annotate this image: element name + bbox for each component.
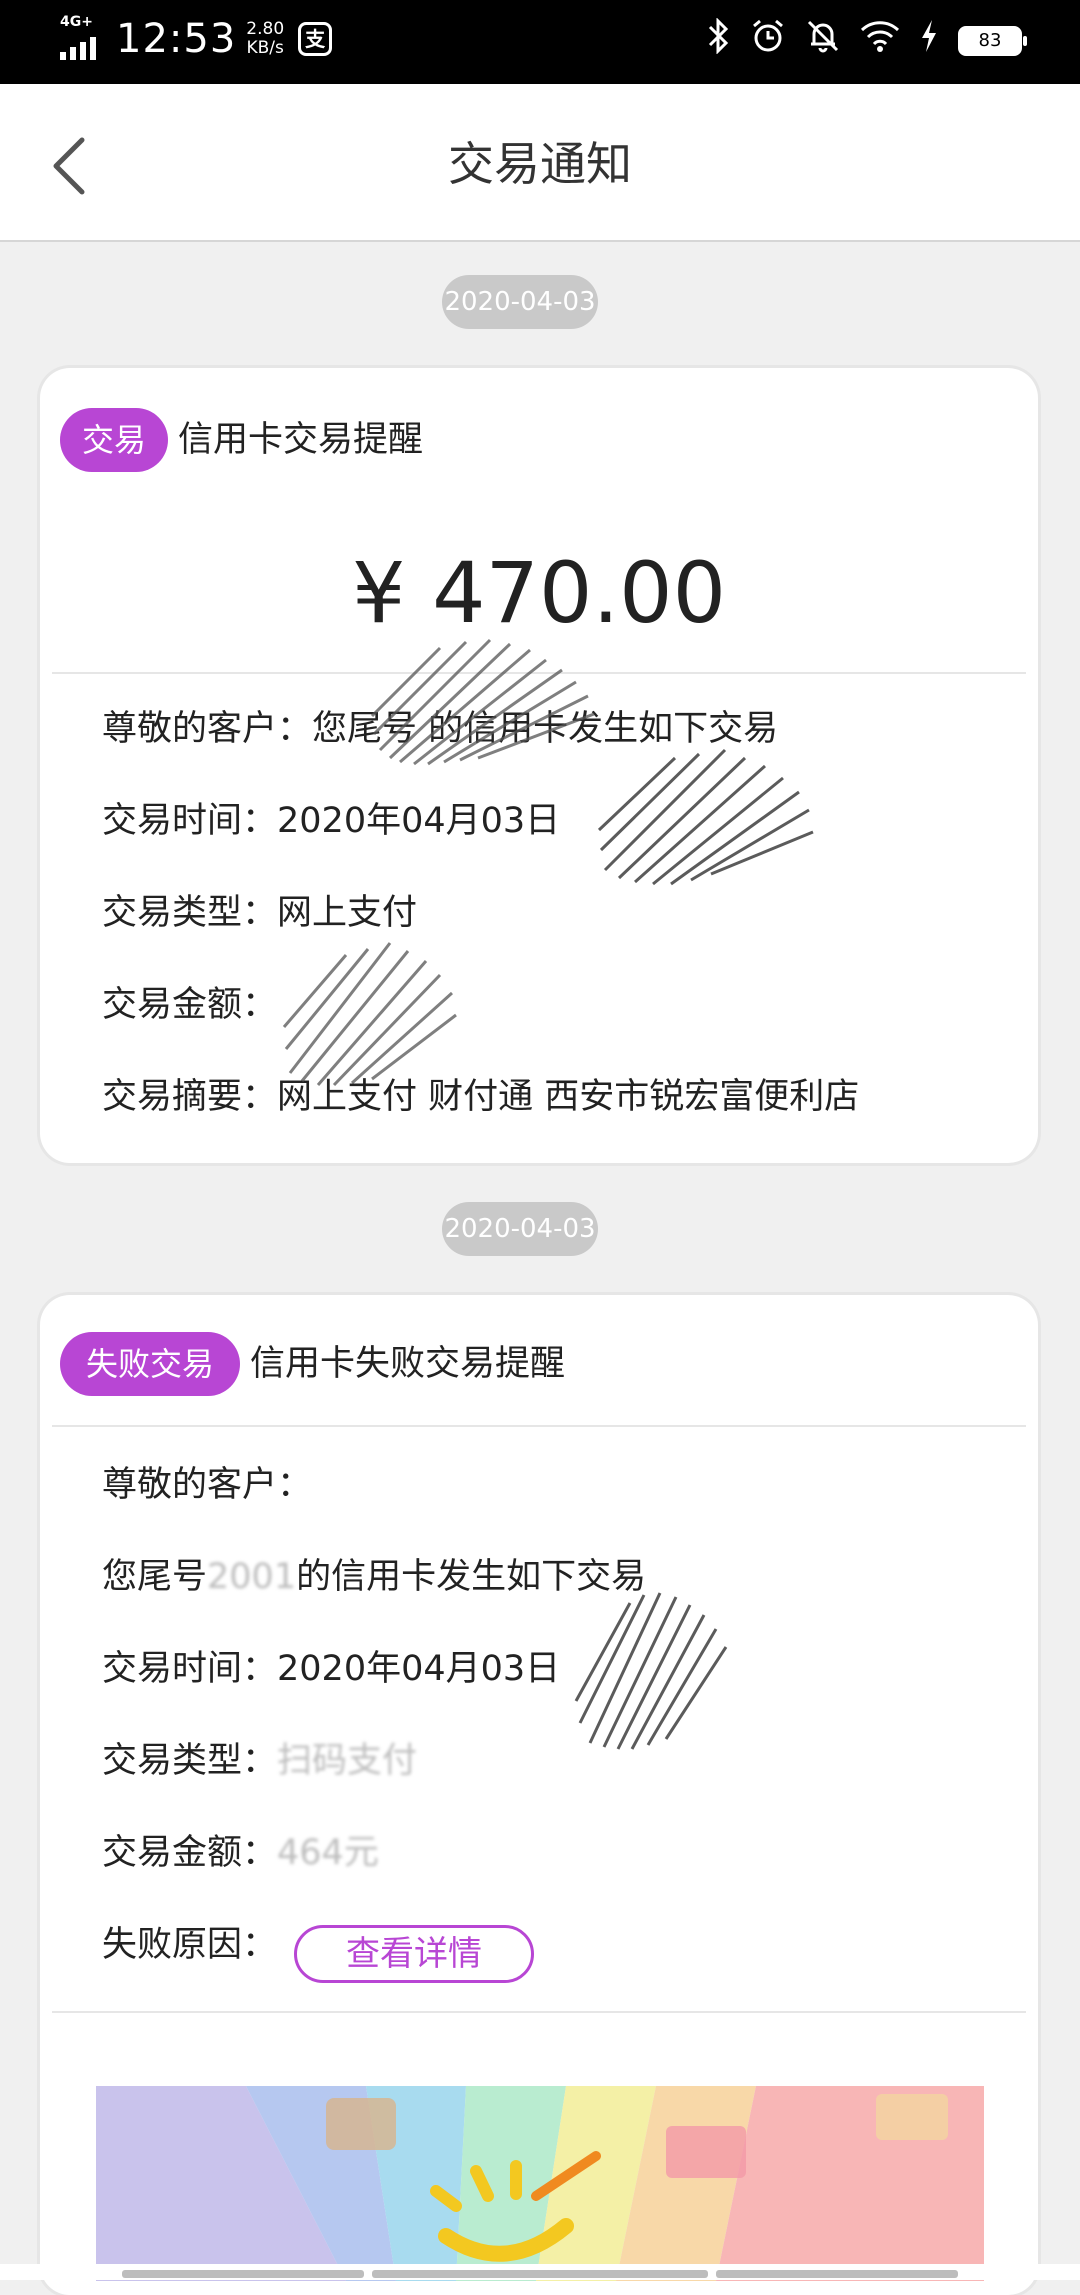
redaction-scribble — [370, 638, 595, 766]
card-number-row: 您尾号2001的信用卡发生如下交易 — [102, 1547, 646, 1607]
transaction-time-row: 交易时间：2020年04月03日 — [102, 1639, 560, 1699]
row-label: 交易类型： — [102, 1741, 278, 1781]
transaction-summary-row: 交易摘要：网上支付 财付通 西安市锐宏富便利店 — [102, 1067, 859, 1127]
failed-transaction-badge: 失败交易 — [60, 1332, 240, 1396]
transaction-time-row: 交易时间：2020年04月03日 — [102, 791, 560, 851]
row-label: 交易类型： — [102, 893, 278, 933]
redaction-scribble — [597, 748, 814, 886]
row-label: 交易金额： — [102, 985, 278, 1025]
bottom-tab-hint — [0, 2264, 1080, 2280]
row-value: 网上支付 — [277, 893, 418, 933]
transaction-type-row: 交易类型：扫码支付 — [102, 1731, 417, 1791]
promo-banner[interactable] — [96, 2086, 984, 2281]
row-value: 2020年04月03日 — [277, 1649, 561, 1689]
row-label: 交易时间： — [102, 801, 278, 841]
row-text: 您尾号 — [102, 1557, 208, 1597]
date-separator: 2020-04-03 — [442, 1202, 598, 1256]
alarm-icon — [750, 18, 786, 63]
speed-value: 2.80 — [246, 19, 285, 39]
status-bar: 4G+ 12:53 2.80 KB/s 支 83 — [0, 0, 1080, 84]
redaction-scribble — [282, 942, 457, 1087]
transaction-amount: ¥ 470.00 — [351, 544, 727, 642]
date-separator: 2020-04-03 — [442, 275, 598, 329]
bluetooth-icon — [708, 17, 730, 63]
transaction-amount-row: 交易金额： — [102, 975, 277, 1035]
row-label: 失败原因： — [102, 1925, 278, 1965]
transaction-amount-row: 交易金额：464元 — [102, 1823, 379, 1883]
status-left: 4G+ 12:53 2.80 KB/s 支 — [60, 14, 333, 64]
divider — [52, 2011, 1026, 2013]
divider — [52, 1425, 1026, 1427]
view-details-button[interactable]: 查看详情 — [294, 1925, 534, 1983]
title-bar: 交易通知 — [0, 84, 1080, 242]
row-value: 464元 — [277, 1833, 379, 1873]
transaction-badge: 交易 — [60, 408, 168, 472]
signal-icon: 4G+ — [60, 14, 108, 64]
row-label: 交易时间： — [102, 1649, 278, 1689]
battery-indicator: 83 — [958, 25, 1027, 56]
row-label: 交易金额： — [102, 1833, 278, 1873]
clock: 12:53 — [116, 16, 237, 62]
network-type: 4G+ — [60, 14, 93, 30]
card-title: 信用卡失败交易提醒 — [250, 1344, 566, 1384]
wifi-icon — [860, 20, 900, 61]
failed-transaction-card[interactable]: 失败交易 信用卡失败交易提醒 尊敬的客户： 您尾号2001的信用卡发生如下交易 … — [40, 1295, 1038, 2295]
transaction-card[interactable]: 交易 信用卡交易提醒 ¥ 470.00 尊敬的客户：您尾号 的信用卡发生如下交易… — [40, 368, 1038, 1163]
mute-icon — [806, 18, 840, 63]
status-right: 83 — [708, 17, 1027, 63]
row-value: 2020年04月03日 — [277, 801, 561, 841]
charging-icon — [920, 20, 938, 61]
row-value: 扫码支付 — [277, 1741, 418, 1781]
card-title: 信用卡交易提醒 — [178, 420, 424, 460]
greeting-row: 尊敬的客户： — [102, 1465, 313, 1505]
alipay-notification-icon: 支 — [298, 22, 333, 56]
row-label: 尊敬的客户： — [102, 709, 313, 749]
promo-banner-image — [96, 2086, 984, 2281]
masked-card-number: 2001 — [207, 1557, 297, 1597]
row-label: 交易摘要： — [102, 1077, 278, 1117]
fail-reason-row: 失败原因： — [102, 1915, 277, 1975]
page-title: 交易通知 — [448, 137, 632, 191]
speed-unit: KB/s — [246, 38, 284, 58]
redaction-scribble — [574, 1592, 728, 1750]
network-speed: 2.80 KB/s — [246, 20, 284, 58]
